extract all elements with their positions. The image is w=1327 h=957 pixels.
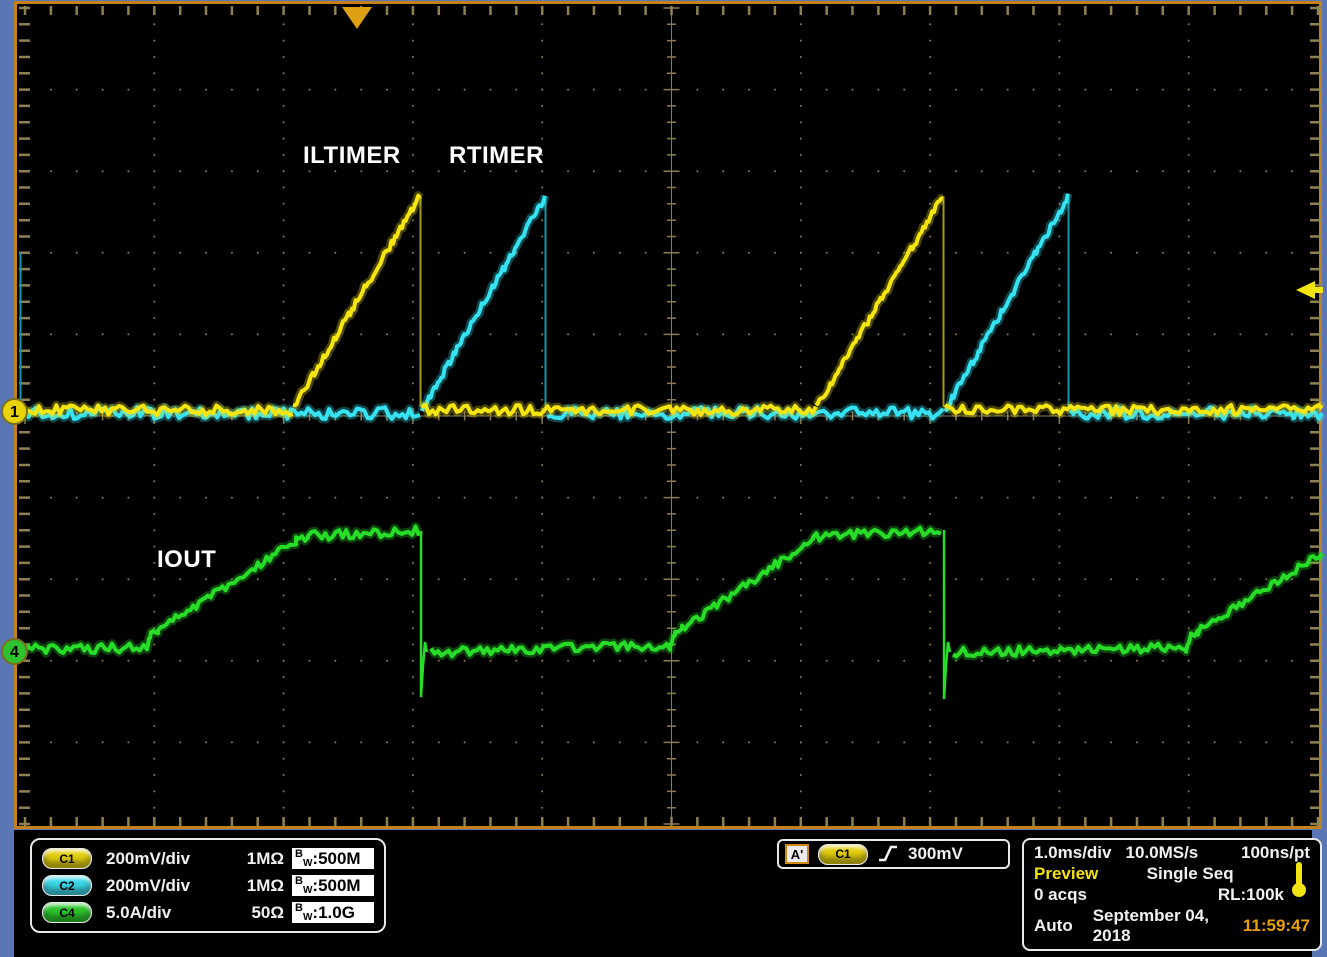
channel-row-c1: C1 200mV/div 1MΩ BW:500M xyxy=(42,848,374,869)
record-length: RL:100k xyxy=(1218,885,1284,905)
channel-c4-badge[interactable]: C4 xyxy=(42,902,92,923)
timebase-row-3: 0 acqs RL:100k xyxy=(1034,885,1310,905)
date-text: September 04, 2018 xyxy=(1093,906,1243,946)
c1-bandwidth-box[interactable]: BW:500M xyxy=(292,848,374,869)
c2-bw-value: :500M xyxy=(312,876,360,896)
c2-impedance[interactable]: 1MΩ xyxy=(230,876,284,896)
channel-readouts-panel: C1 200mV/div 1MΩ BW:500M C2 200mV/div 1M… xyxy=(30,838,386,933)
sample-rate: 10.0MS/s xyxy=(1126,843,1199,863)
c4-scale[interactable]: 5.0A/div xyxy=(106,903,171,923)
trigger-a-badge[interactable]: A' xyxy=(785,844,809,864)
label-iltimer: ILTIMER xyxy=(303,142,401,170)
preview-status: Preview xyxy=(1034,864,1098,884)
bw-letter-b: B xyxy=(295,902,303,914)
time-text: 11:59:47 xyxy=(1243,916,1310,936)
c4-impedance[interactable]: 50Ω xyxy=(230,903,284,923)
trigger-readout-panel[interactable]: A' C1 300mV xyxy=(777,839,1010,869)
channel-c1-badge[interactable]: C1 xyxy=(42,848,92,869)
channel-1-reference-marker[interactable]: 1 xyxy=(1,398,28,425)
c1-bw-value: :500M xyxy=(312,849,360,869)
graticule-frame xyxy=(14,1,1322,829)
label-rtimer: RTIMER xyxy=(449,142,544,170)
c2-bandwidth-box[interactable]: BW:500M xyxy=(292,875,374,896)
channel-4-reference-marker[interactable]: 4 xyxy=(1,638,28,665)
label-iout: IOUT xyxy=(157,546,216,574)
timebase-scale[interactable]: 1.0ms/div xyxy=(1034,843,1112,863)
c1-impedance[interactable]: 1MΩ xyxy=(230,849,284,869)
trigger-position-marker[interactable] xyxy=(342,7,372,29)
timebase-row-1: 1.0ms/div 10.0MS/s 100ns/pt xyxy=(1034,843,1310,863)
trigger-mode[interactable]: Auto xyxy=(1034,916,1073,936)
bw-letter-b: B xyxy=(295,875,303,887)
timebase-row-4: Auto September 04, 2018 11:59:47 xyxy=(1034,906,1310,946)
c2-scale[interactable]: 200mV/div xyxy=(106,876,190,896)
c1-scale[interactable]: 200mV/div xyxy=(106,849,190,869)
trigger-level-value: 300mV xyxy=(908,844,963,864)
acquisition-count: 0 acqs xyxy=(1034,885,1087,905)
bw-letter-w: W xyxy=(303,885,312,896)
bw-letter-b: B xyxy=(295,848,303,860)
trigger-source-badge[interactable]: C1 xyxy=(818,844,868,865)
timebase-panel: 1.0ms/div 10.0MS/s 100ns/pt Preview Sing… xyxy=(1022,838,1322,951)
oscilloscope-screen: ILTIMER RTIMER IOUT 1 4 C1 200mV/div 1MΩ… xyxy=(0,0,1327,957)
c4-bw-value: :1.0G xyxy=(312,903,355,923)
rising-edge-icon xyxy=(877,844,899,864)
channel-row-c2: C2 200mV/div 1MΩ BW:500M xyxy=(42,875,374,896)
c4-bandwidth-box[interactable]: BW:1.0G xyxy=(292,902,374,923)
timebase-row-2: Preview Single Seq xyxy=(1034,864,1310,884)
bw-letter-w: W xyxy=(303,912,312,923)
acquisition-mode[interactable]: Single Seq xyxy=(1147,864,1234,884)
bw-letter-w: W xyxy=(303,858,312,869)
channel-row-c4: C4 5.0A/div 50Ω BW:1.0G xyxy=(42,902,374,923)
channel-c2-badge[interactable]: C2 xyxy=(42,875,92,896)
